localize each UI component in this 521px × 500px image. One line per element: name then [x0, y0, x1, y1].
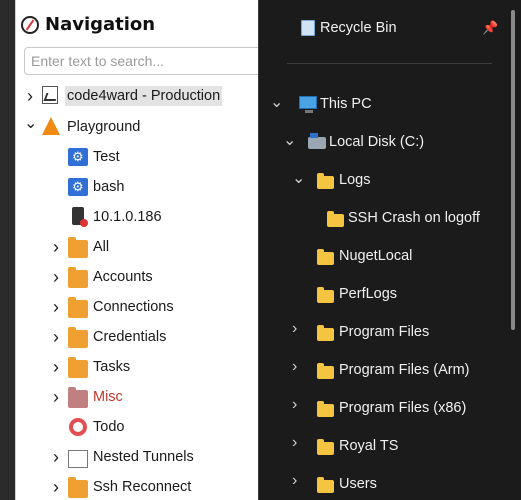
- tree-item-label: Credentials: [93, 329, 167, 345]
- tree-item-label: Misc: [93, 389, 123, 405]
- tree-item-label: Todo: [93, 419, 125, 435]
- folder-icon: [68, 297, 88, 318]
- tree-item-todo[interactable]: Todo: [16, 412, 261, 442]
- tree-item-label: Ssh Reconnect: [93, 479, 192, 495]
- tree-item-label: Accounts: [93, 269, 153, 285]
- folder-icon: [317, 477, 334, 493]
- tree-item-playground[interactable]: Playground: [16, 112, 261, 142]
- folder-icon: [68, 327, 88, 348]
- tree-item-label: 10.1.0.186: [93, 209, 162, 225]
- folder-icon: [68, 357, 88, 378]
- chevron-right-icon[interactable]: ›: [292, 359, 297, 375]
- tree-item-label: Nested Tunnels: [93, 449, 194, 465]
- folder-icon: [317, 287, 334, 303]
- chevron-right-icon[interactable]: [50, 482, 62, 494]
- this-pc-label[interactable]: This PC: [320, 96, 372, 112]
- server-icon: [72, 207, 88, 227]
- tree-item-label: Tasks: [93, 359, 131, 375]
- chevron-down-icon[interactable]: [24, 118, 36, 130]
- scrollbar-thumb[interactable]: [511, 10, 515, 330]
- nav-title: Navigation: [45, 14, 156, 35]
- folder-icon: [327, 211, 344, 227]
- folder-label-nugetlocal[interactable]: NugetLocal: [339, 248, 412, 264]
- chevron-right-icon[interactable]: [50, 242, 62, 254]
- chevron-right-icon[interactable]: [50, 452, 62, 464]
- tree-item-nested-tunnels[interactable]: Nested Tunnels: [16, 442, 261, 472]
- folder-icon: [68, 237, 88, 258]
- nav-header: Navigation: [21, 14, 155, 35]
- compass-icon: [21, 15, 39, 34]
- tree-item-test[interactable]: Test: [16, 142, 261, 172]
- chevron-right-icon[interactable]: ›: [292, 321, 297, 337]
- tree-item-label: Playground: [67, 119, 141, 135]
- lifebuoy-icon: [69, 418, 87, 436]
- folder-label-logs[interactable]: Logs: [339, 172, 370, 188]
- tree-item-host[interactable]: 10.1.0.186: [16, 202, 261, 232]
- screenshot-stage: Navigation code4ward - Production Playgr…: [0, 0, 521, 500]
- scrollbar[interactable]: [508, 0, 518, 500]
- tree-item-label: Connections: [93, 299, 174, 315]
- folder-icon: [317, 401, 334, 417]
- document-icon: [42, 86, 58, 104]
- tree-item-credentials[interactable]: Credentials: [16, 322, 261, 352]
- tree-item-accounts[interactable]: Accounts: [16, 262, 261, 292]
- chevron-right-icon[interactable]: ›: [292, 435, 297, 451]
- traffic-cone-icon: [42, 117, 60, 135]
- tree-item-bash[interactable]: bash: [16, 172, 261, 202]
- folder-label-users[interactable]: Users: [339, 476, 377, 492]
- blank-icon: [68, 450, 88, 468]
- recycle-bin-icon: [301, 20, 315, 36]
- tree-item-label: Test: [93, 149, 120, 165]
- search-input[interactable]: [24, 47, 264, 75]
- tree-item-misc[interactable]: Misc: [16, 382, 261, 412]
- pin-icon[interactable]: 📌: [482, 20, 498, 36]
- divider: [287, 63, 492, 64]
- tree-item-all[interactable]: All: [16, 232, 261, 262]
- chevron-right-icon[interactable]: [50, 302, 62, 314]
- folder-icon: [317, 325, 334, 341]
- folder-icon: [68, 387, 88, 408]
- chevron-right-icon[interactable]: [24, 91, 36, 103]
- folder-icon: [317, 249, 334, 265]
- folder-icon: [68, 267, 88, 288]
- tree-item-label: bash: [93, 179, 125, 195]
- tree-item-tasks[interactable]: Tasks: [16, 352, 261, 382]
- chevron-right-icon[interactable]: ›: [292, 397, 297, 413]
- this-pc-icon: [299, 96, 317, 113]
- chevron-right-icon[interactable]: [50, 362, 62, 374]
- folder-icon: [317, 439, 334, 455]
- chevron-right-icon[interactable]: [50, 332, 62, 344]
- folder-icon: [317, 363, 334, 379]
- gear-icon: [68, 178, 88, 196]
- chevron-right-icon[interactable]: ›: [292, 473, 297, 489]
- tree-item-label: code4ward - Production: [65, 86, 223, 106]
- chevron-right-icon[interactable]: [50, 272, 62, 284]
- gear-icon: [68, 148, 88, 166]
- folder-label-program-files-x86[interactable]: Program Files (x86): [339, 400, 466, 416]
- folder-label-perflogs[interactable]: PerfLogs: [339, 286, 397, 302]
- tree-item-label: All: [93, 239, 110, 255]
- local-disk-label[interactable]: Local Disk (C:): [329, 134, 424, 150]
- chevron-down-icon[interactable]: ⌄: [283, 133, 296, 149]
- folder-label-royal-ts[interactable]: Royal TS: [339, 438, 398, 454]
- tree-item-ssh-reconnect[interactable]: Ssh Reconnect: [16, 472, 261, 500]
- chevron-down-icon[interactable]: ⌄: [292, 171, 305, 187]
- tree-item-connections[interactable]: Connections: [16, 292, 261, 322]
- recycle-bin-label[interactable]: Recycle Bin: [320, 20, 397, 36]
- local-disk-icon: [308, 133, 326, 149]
- chevron-down-icon[interactable]: ⌄: [270, 95, 283, 111]
- tree-item-code4ward[interactable]: code4ward - Production: [16, 82, 261, 112]
- chevron-right-icon[interactable]: [50, 392, 62, 404]
- folder-label-program-files[interactable]: Program Files: [339, 324, 429, 340]
- folder-label-ssh-crash[interactable]: SSH Crash on logoff: [348, 210, 480, 226]
- folder-icon: [317, 173, 334, 189]
- navigation-panel: Navigation code4ward - Production Playgr…: [15, 0, 264, 500]
- folder-label-program-files-arm[interactable]: Program Files (Arm): [339, 362, 470, 378]
- explorer-panel: Recycle Bin 📌 ⌄ This PC ⌄ Local Disk (C:…: [258, 0, 521, 500]
- folder-icon: [68, 477, 88, 498]
